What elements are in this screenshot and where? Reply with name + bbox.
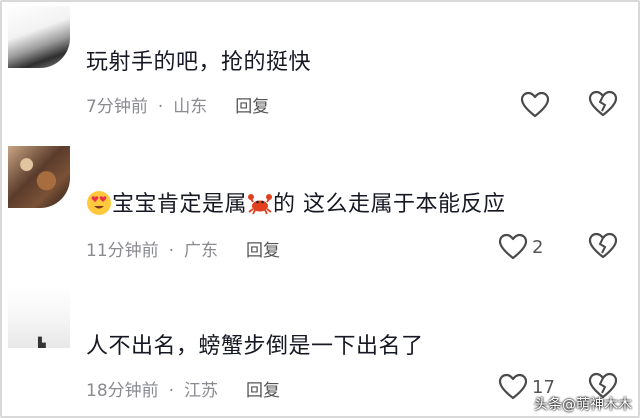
- broken-heart-icon: [588, 90, 618, 117]
- avatar-mark: ▙: [38, 338, 46, 348]
- like-count: 2: [532, 236, 544, 258]
- comment-location: 江苏: [184, 381, 219, 401]
- comment-time: 7分钟前: [86, 97, 148, 117]
- dislike-button[interactable]: [588, 232, 618, 262]
- comment-meta: 18分钟前 · 江苏 回复: [86, 376, 280, 401]
- comment-text: 宝宝肯定是属的 这么走属于本能反应: [86, 190, 506, 220]
- avatar[interactable]: [8, 6, 70, 68]
- crab-emoji-icon: [248, 194, 273, 215]
- comment-time: 11分钟前: [86, 241, 159, 261]
- comment-meta: 11分钟前 · 广东 回复: [86, 236, 280, 261]
- comment-text: 玩射手的吧，抢的挺快: [86, 50, 312, 75]
- dislike-button[interactable]: [588, 90, 618, 120]
- separator-dot: ·: [168, 241, 175, 261]
- reply-button[interactable]: 回复: [235, 92, 269, 117]
- like-button[interactable]: [520, 90, 590, 120]
- comment-meta: 7分钟前 · 山东 回复: [86, 92, 269, 117]
- comment-text-part: 的 这么走属于本能反应: [273, 192, 506, 217]
- comment-location: 广东: [184, 241, 219, 261]
- comment-text: 人不出名，螃蟹步倒是一下出名了: [86, 334, 424, 359]
- comment-item: 玩射手的吧，抢的挺快 7分钟前 · 山东 回复: [0, 0, 640, 140]
- heart-outline-icon: [498, 233, 528, 260]
- like-button[interactable]: 2: [498, 232, 568, 262]
- heart-eyes-emoji-icon: [87, 191, 111, 215]
- heart-outline-icon: [520, 91, 550, 118]
- broken-heart-icon: [588, 232, 618, 259]
- separator-dot: ·: [157, 97, 164, 117]
- watermark: 头条@萌神木木: [534, 397, 632, 413]
- reply-button[interactable]: 回复: [246, 236, 280, 261]
- comment-time: 18分钟前: [86, 381, 159, 401]
- comment-text-part: 宝宝肯定是属: [112, 192, 248, 217]
- separator-dot: ·: [168, 381, 175, 401]
- comment-item: 宝宝肯定是属的 这么走属于本能反应 11分钟前 · 广东 回复 2: [0, 140, 640, 280]
- comment-location: 山东: [173, 97, 208, 117]
- avatar[interactable]: [8, 146, 70, 208]
- reply-button[interactable]: 回复: [246, 376, 280, 401]
- heart-outline-icon: [498, 373, 528, 400]
- avatar[interactable]: ▙: [8, 286, 70, 348]
